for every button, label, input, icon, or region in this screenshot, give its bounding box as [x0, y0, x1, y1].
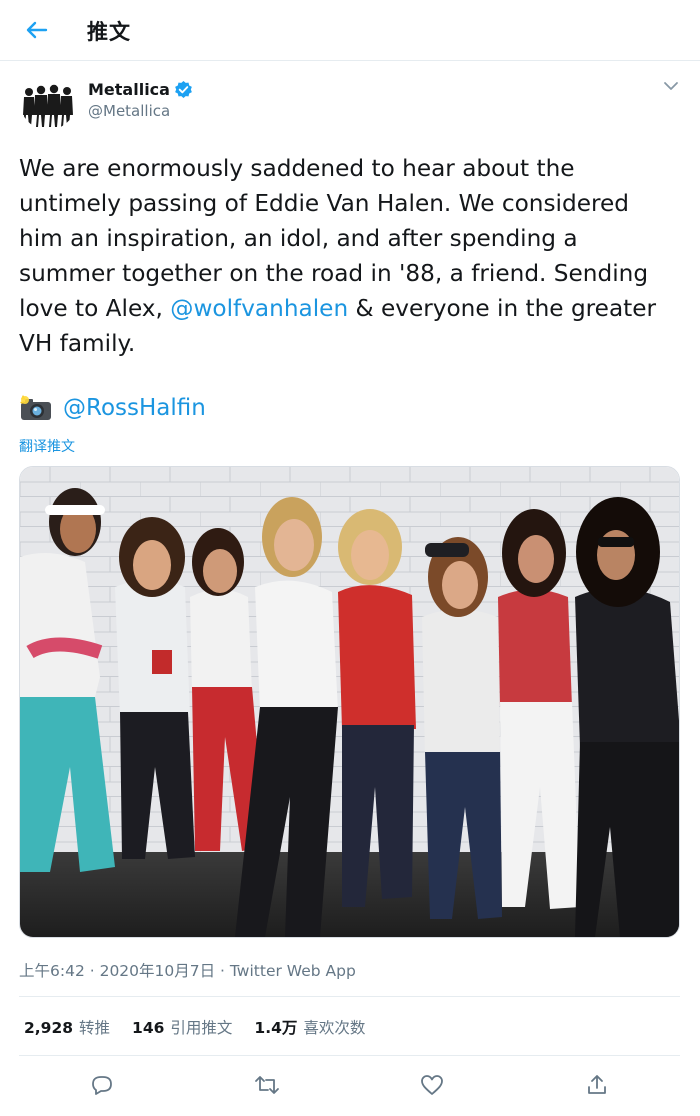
tweet-timestamp[interactable]: 上午6:42 · 2020年10月7日 · Twitter Web App	[19, 959, 356, 981]
avatar[interactable]	[20, 74, 76, 130]
back-arrow-icon	[26, 21, 48, 39]
quotes-label: 引用推文	[170, 1019, 233, 1037]
chevron-down-icon[interactable]	[661, 76, 681, 96]
author-name-label: Metallica	[88, 80, 170, 99]
tweet-photo[interactable]	[19, 466, 680, 938]
tweet-text: We are enormously saddened to hear about…	[19, 151, 679, 361]
photo-credit: @RossHalfin	[19, 394, 206, 422]
share-button[interactable]	[583, 1071, 611, 1099]
tweet-actions	[0, 1063, 700, 1107]
band-group-photo	[20, 467, 679, 937]
reply-icon	[92, 1076, 112, 1095]
divider	[19, 1055, 680, 1056]
retweets-label: 转推	[79, 1019, 111, 1037]
author-name[interactable]: Metallica	[88, 80, 193, 99]
retweets-count: 2,928	[24, 1019, 74, 1037]
quotes-count: 146	[132, 1019, 165, 1037]
likes-label: 喜欢次数	[303, 1019, 366, 1037]
camera-flash-icon	[20, 395, 51, 420]
band-avatar-image	[20, 74, 76, 130]
retweet-icon	[255, 1076, 279, 1094]
divider	[19, 996, 680, 997]
quotes-stat[interactable]: 146 引用推文	[132, 1016, 232, 1038]
author-handle[interactable]: @Metallica	[88, 102, 170, 120]
credit-handle-link[interactable]: @RossHalfin	[63, 395, 206, 421]
translate-tweet-link[interactable]: 翻译推文	[19, 436, 75, 456]
back-button[interactable]	[22, 16, 52, 44]
like-button[interactable]	[418, 1071, 446, 1099]
share-icon	[588, 1075, 606, 1094]
retweets-stat[interactable]: 2,928 转推	[24, 1016, 110, 1038]
likes-stat[interactable]: 1.4万 喜欢次数	[254, 1016, 365, 1038]
likes-count: 1.4万	[254, 1019, 298, 1037]
retweet-button[interactable]	[253, 1071, 281, 1099]
like-icon	[421, 1075, 443, 1095]
page-title: 推文	[87, 20, 131, 44]
tweet-stats: 2,928 转推 146 引用推文 1.4万 喜欢次数	[24, 1016, 365, 1038]
reply-button[interactable]	[88, 1071, 116, 1099]
mention-link[interactable]: @wolfvanhalen	[170, 295, 348, 322]
page-header: 推文	[0, 0, 700, 61]
verified-badge-icon	[175, 80, 192, 99]
